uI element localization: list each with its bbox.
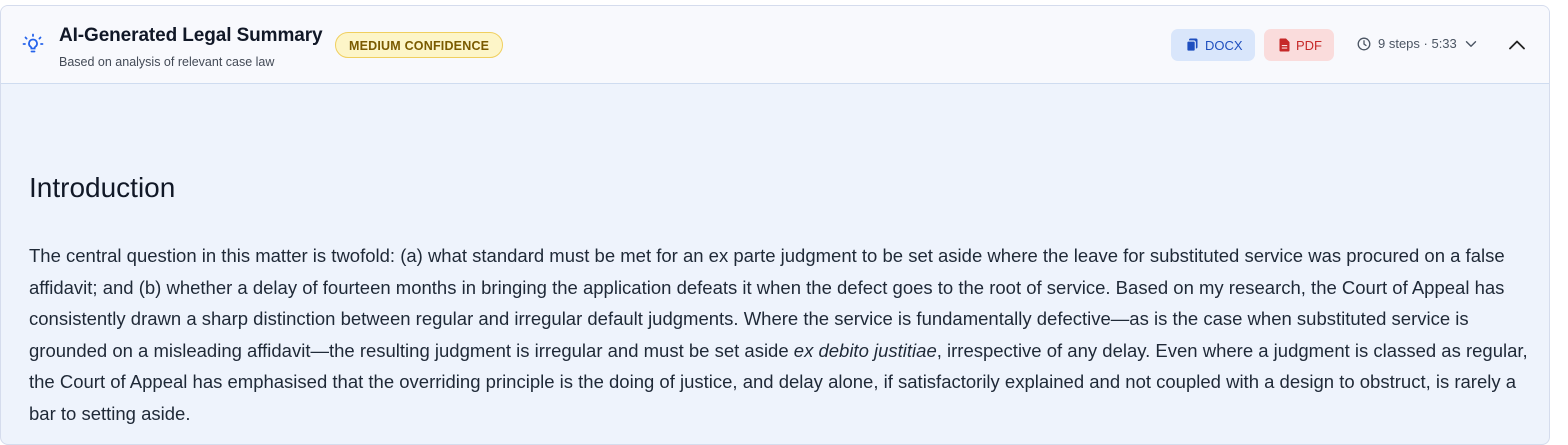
steps-dropdown[interactable]: 9 steps · 5:33 (1357, 36, 1477, 51)
section-heading: Introduction (29, 172, 176, 203)
paragraph-italic-phrase: ex debito justitiae (793, 339, 937, 361)
document-icon (1186, 38, 1198, 52)
chevron-down-icon (1465, 40, 1476, 47)
export-pdf-button[interactable]: PDF (1264, 29, 1334, 61)
confidence-badge: MEDIUM CONFIDENCE (335, 32, 504, 58)
chevron-up-icon[interactable] (1505, 35, 1529, 55)
summary-title: AI-Generated Legal Summary (59, 25, 323, 46)
summary-content: Introduction The central question in thi… (29, 171, 1529, 444)
summary-paragraph: The central question in this matter is t… (29, 240, 1529, 430)
pdf-label: PDF (1296, 37, 1322, 53)
legal-summary-card: AI-Generated Legal Summary Based on anal… (0, 5, 1550, 445)
summary-header: AI-Generated Legal Summary Based on anal… (1, 6, 1549, 84)
title-block: AI-Generated Legal Summary Based on anal… (59, 24, 323, 70)
pdf-file-icon (1279, 38, 1290, 52)
export-docx-button[interactable]: DOCX (1171, 29, 1255, 61)
clock-icon (1357, 37, 1371, 50)
docx-label: DOCX (1205, 37, 1243, 53)
steps-info: 9 steps · 5:33 (1378, 36, 1457, 51)
lightbulb-icon (22, 33, 44, 53)
summary-subtitle: Based on analysis of relevant case law (59, 55, 275, 69)
